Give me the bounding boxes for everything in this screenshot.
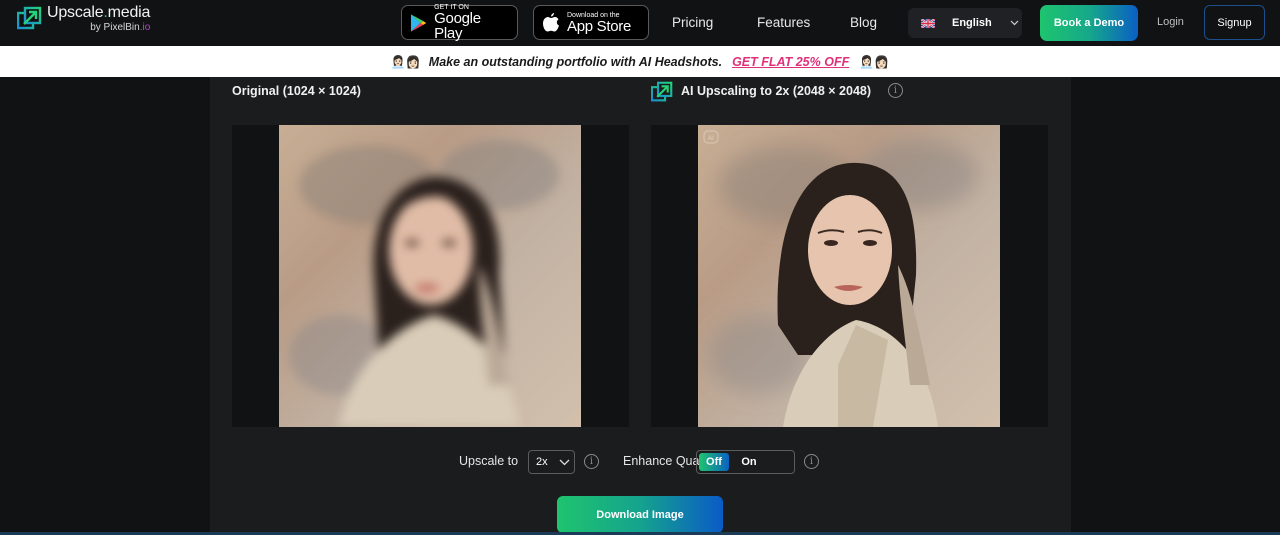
logo-title: Upscale.media (47, 4, 151, 21)
promo-discount-link[interactable]: GET FLAT 25% OFF (732, 55, 849, 69)
upscale-logo-icon (17, 6, 42, 30)
upscale-select[interactable]: 2x (528, 450, 575, 474)
original-image-frame (232, 125, 629, 427)
app-store-label: App Store (567, 17, 632, 35)
uk-flag-icon (921, 18, 935, 28)
original-title: Original (1024 × 1024) (232, 84, 361, 98)
google-play-label: Google Play (434, 10, 481, 42)
nav-pricing[interactable]: Pricing (672, 15, 713, 30)
apple-icon (543, 13, 559, 32)
promo-banner: 👩🏻‍💼👩🏻 Make an outstanding portfolio wit… (0, 46, 1280, 77)
top-navbar: Upscale.media by PixelBin.io GET IT ON G… (0, 0, 1280, 46)
logo-subtitle: by PixelBin.io (90, 22, 151, 33)
app-store-button[interactable]: Download on the App Store (533, 5, 649, 40)
upscaled-image: AI (698, 125, 1000, 427)
ai-badge: AI (708, 136, 714, 142)
logo[interactable]: Upscale.media by PixelBin.io (17, 5, 150, 33)
headshot-emoji-icon: 👩🏻‍💼👩🏻 (390, 54, 421, 69)
headshot-emoji-icon: 👩🏻‍💼👩🏻 (859, 54, 890, 69)
google-play-icon (410, 13, 427, 32)
login-link[interactable]: Login (1157, 16, 1184, 28)
nav-features[interactable]: Features (757, 15, 810, 30)
upscale-logo-icon (651, 81, 673, 102)
language-label: English (952, 17, 992, 29)
enhance-on-option[interactable]: On (729, 453, 769, 471)
enhance-off-option[interactable]: Off (699, 453, 729, 471)
signup-button[interactable]: Signup (1204, 5, 1265, 40)
download-image-button[interactable]: Download Image (557, 496, 723, 533)
google-play-button[interactable]: GET IT ON Google Play (401, 4, 518, 42)
enhance-info-icon[interactable]: i (804, 454, 819, 469)
language-selector[interactable]: English (908, 8, 1022, 38)
nav-blog[interactable]: Blog (850, 15, 877, 30)
promo-text: Make an outstanding portfolio with AI He… (428, 54, 723, 69)
comparison-panel: Original (1024 × 1024) AI Upscaling to 2… (210, 77, 1071, 535)
upscale-info-icon[interactable]: i (584, 454, 599, 469)
upscaled-title: AI Upscaling to 2x (2048 × 2048) (681, 84, 872, 98)
upscale-label: Upscale to (459, 454, 519, 468)
chevron-down-icon (1010, 20, 1019, 26)
chevron-down-icon (559, 459, 570, 465)
original-image (279, 125, 581, 427)
upscale-value: 2x (536, 456, 548, 468)
info-icon[interactable]: i (888, 83, 903, 98)
upscaled-image-frame: AI (651, 125, 1048, 427)
book-demo-button[interactable]: Book a Demo (1040, 5, 1138, 41)
enhance-quality-toggle[interactable]: Off On (696, 450, 795, 474)
